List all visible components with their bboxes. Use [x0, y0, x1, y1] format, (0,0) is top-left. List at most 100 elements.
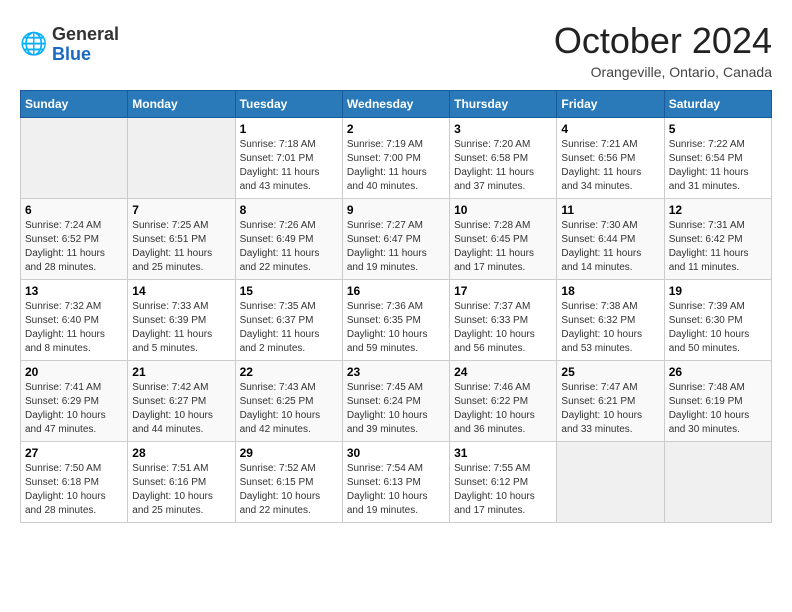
weekday-header-thursday: Thursday: [450, 91, 557, 118]
day-number: 9: [347, 203, 445, 217]
day-number: 20: [25, 365, 123, 379]
day-info: Sunrise: 7:26 AMSunset: 6:49 PMDaylight:…: [240, 219, 338, 275]
logo-general: General: [52, 25, 119, 45]
day-info: Sunrise: 7:55 AMSunset: 6:12 PMDaylight:…: [454, 462, 552, 518]
day-number: 13: [25, 284, 123, 298]
day-info: Sunrise: 7:22 AMSunset: 6:54 PMDaylight:…: [669, 138, 767, 194]
weekday-header-saturday: Saturday: [664, 91, 771, 118]
day-info: Sunrise: 7:19 AMSunset: 7:00 PMDaylight:…: [347, 138, 445, 194]
day-number: 30: [347, 446, 445, 460]
weekday-header-sunday: Sunday: [21, 91, 128, 118]
day-number: 18: [561, 284, 659, 298]
table-row: 13 Sunrise: 7:32 AMSunset: 6:40 PMDayligh…: [21, 280, 128, 361]
day-info: Sunrise: 7:38 AMSunset: 6:32 PMDaylight:…: [561, 300, 659, 356]
day-info: Sunrise: 7:36 AMSunset: 6:35 PMDaylight:…: [347, 300, 445, 356]
table-row: 29Sunrise: 7:52 AMSunset: 6:15 PMDayligh…: [235, 442, 342, 523]
table-row: [557, 442, 664, 523]
table-row: 5 Sunrise: 7:22 AMSunset: 6:54 PMDaylight…: [664, 118, 771, 199]
day-info: Sunrise: 7:25 AMSunset: 6:51 PMDaylight:…: [132, 219, 230, 275]
day-info: Sunrise: 7:33 AMSunset: 6:39 PMDaylight:…: [132, 300, 230, 356]
day-number: 17: [454, 284, 552, 298]
table-row: [21, 118, 128, 199]
day-number: 10: [454, 203, 552, 217]
month-title: October 2024: [554, 20, 772, 62]
day-number: 28: [132, 446, 230, 460]
day-info: Sunrise: 7:50 AMSunset: 6:18 PMDaylight:…: [25, 462, 123, 518]
day-info: Sunrise: 7:41 AMSunset: 6:29 PMDaylight:…: [25, 381, 123, 437]
weekday-header-monday: Monday: [128, 91, 235, 118]
day-number: 1: [240, 122, 338, 136]
day-info: Sunrise: 7:47 AMSunset: 6:21 PMDaylight:…: [561, 381, 659, 437]
table-row: 30 Sunrise: 7:54 AMSunset: 6:13 PMDayligh…: [342, 442, 449, 523]
table-row: 7Sunrise: 7:25 AMSunset: 6:51 PMDaylight…: [128, 199, 235, 280]
day-info: Sunrise: 7:37 AMSunset: 6:33 PMDaylight:…: [454, 300, 552, 356]
day-number: 21: [132, 365, 230, 379]
day-number: 4: [561, 122, 659, 136]
day-info: Sunrise: 7:28 AMSunset: 6:45 PMDaylight:…: [454, 219, 552, 275]
table-row: 16 Sunrise: 7:36 AMSunset: 6:35 PMDayligh…: [342, 280, 449, 361]
table-row: 15 Sunrise: 7:35 AMSunset: 6:37 PMDayligh…: [235, 280, 342, 361]
day-info: Sunrise: 7:42 AMSunset: 6:27 PMDaylight:…: [132, 381, 230, 437]
day-number: 11: [561, 203, 659, 217]
calendar-week-1: 1Sunrise: 7:18 AMSunset: 7:01 PMDaylight…: [21, 118, 772, 199]
table-row: 10 Sunrise: 7:28 AMSunset: 6:45 PMDayligh…: [450, 199, 557, 280]
day-number: 25: [561, 365, 659, 379]
day-number: 3: [454, 122, 552, 136]
table-row: 27 Sunrise: 7:50 AMSunset: 6:18 PMDayligh…: [21, 442, 128, 523]
table-row: 9 Sunrise: 7:27 AMSunset: 6:47 PMDaylight…: [342, 199, 449, 280]
day-info: Sunrise: 7:35 AMSunset: 6:37 PMDaylight:…: [240, 300, 338, 356]
table-row: 24 Sunrise: 7:46 AMSunset: 6:22 PMDayligh…: [450, 361, 557, 442]
day-number: 27: [25, 446, 123, 460]
table-row: 14Sunrise: 7:33 AMSunset: 6:39 PMDayligh…: [128, 280, 235, 361]
day-number: 31: [454, 446, 552, 460]
table-row: 3Sunrise: 7:20 AMSunset: 6:58 PMDaylight…: [450, 118, 557, 199]
day-number: 5: [669, 122, 767, 136]
calendar-table: SundayMondayTuesdayWednesdayThursdayFrid…: [20, 90, 772, 523]
day-info: Sunrise: 7:39 AMSunset: 6:30 PMDaylight:…: [669, 300, 767, 356]
day-number: 8: [240, 203, 338, 217]
table-row: 18 Sunrise: 7:38 AMSunset: 6:32 PMDayligh…: [557, 280, 664, 361]
day-info: Sunrise: 7:45 AMSunset: 6:24 PMDaylight:…: [347, 381, 445, 437]
table-row: 22Sunrise: 7:43 AMSunset: 6:25 PMDayligh…: [235, 361, 342, 442]
logo-icon: 🌐: [20, 31, 48, 59]
weekday-header-row: SundayMondayTuesdayWednesdayThursdayFrid…: [21, 91, 772, 118]
day-info: Sunrise: 7:24 AMSunset: 6:52 PMDaylight:…: [25, 219, 123, 275]
table-row: [128, 118, 235, 199]
day-info: Sunrise: 7:51 AMSunset: 6:16 PMDaylight:…: [132, 462, 230, 518]
day-number: 12: [669, 203, 767, 217]
table-row: [664, 442, 771, 523]
day-number: 24: [454, 365, 552, 379]
weekday-header-wednesday: Wednesday: [342, 91, 449, 118]
day-number: 19: [669, 284, 767, 298]
day-info: Sunrise: 7:48 AMSunset: 6:19 PMDaylight:…: [669, 381, 767, 437]
day-info: Sunrise: 7:46 AMSunset: 6:22 PMDaylight:…: [454, 381, 552, 437]
day-number: 22: [240, 365, 338, 379]
table-row: 21 Sunrise: 7:42 AMSunset: 6:27 PMDayligh…: [128, 361, 235, 442]
table-row: 19 Sunrise: 7:39 AMSunset: 6:30 PMDayligh…: [664, 280, 771, 361]
day-info: Sunrise: 7:31 AMSunset: 6:42 PMDaylight:…: [669, 219, 767, 275]
table-row: 26Sunrise: 7:48 AMSunset: 6:19 PMDayligh…: [664, 361, 771, 442]
table-row: 12 Sunrise: 7:31 AMSunset: 6:42 PMDayligh…: [664, 199, 771, 280]
day-info: Sunrise: 7:27 AMSunset: 6:47 PMDaylight:…: [347, 219, 445, 275]
table-row: 31 Sunrise: 7:55 AMSunset: 6:12 PMDayligh…: [450, 442, 557, 523]
day-number: 6: [25, 203, 123, 217]
day-info: Sunrise: 7:21 AMSunset: 6:56 PMDaylight:…: [561, 138, 659, 194]
calendar-week-3: 13 Sunrise: 7:32 AMSunset: 6:40 PMDayligh…: [21, 280, 772, 361]
table-row: 20 Sunrise: 7:41 AMSunset: 6:29 PMDayligh…: [21, 361, 128, 442]
weekday-header-friday: Friday: [557, 91, 664, 118]
day-info: Sunrise: 7:30 AMSunset: 6:44 PMDaylight:…: [561, 219, 659, 275]
table-row: 17 Sunrise: 7:37 AMSunset: 6:33 PMDayligh…: [450, 280, 557, 361]
table-row: 2 Sunrise: 7:19 AMSunset: 7:00 PMDaylight…: [342, 118, 449, 199]
day-number: 2: [347, 122, 445, 136]
logo-blue: Blue: [52, 45, 119, 65]
day-number: 15: [240, 284, 338, 298]
location: Orangeville, Ontario, Canada: [554, 64, 772, 80]
table-row: 25 Sunrise: 7:47 AMSunset: 6:21 PMDayligh…: [557, 361, 664, 442]
day-number: 16: [347, 284, 445, 298]
title-block: October 2024 Orangeville, Ontario, Canad…: [554, 20, 772, 80]
day-info: Sunrise: 7:32 AMSunset: 6:40 PMDaylight:…: [25, 300, 123, 356]
day-number: 29: [240, 446, 338, 460]
table-row: 1Sunrise: 7:18 AMSunset: 7:01 PMDaylight…: [235, 118, 342, 199]
table-row: 4 Sunrise: 7:21 AMSunset: 6:56 PMDaylight…: [557, 118, 664, 199]
day-info: Sunrise: 7:54 AMSunset: 6:13 PMDaylight:…: [347, 462, 445, 518]
